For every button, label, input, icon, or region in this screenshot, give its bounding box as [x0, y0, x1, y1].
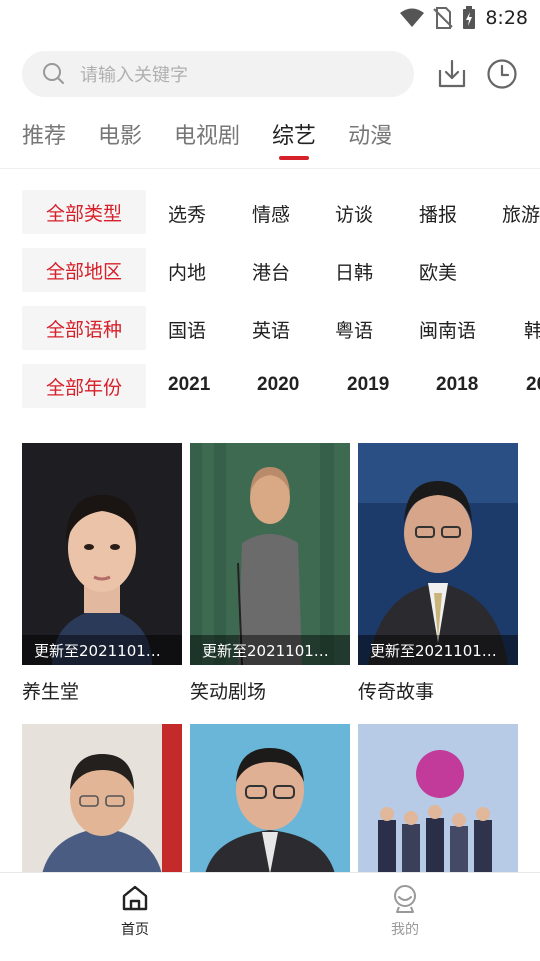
- nav-home-label: 首页: [121, 922, 149, 938]
- filter-year-option[interactable]: 2020: [257, 374, 299, 396]
- filter-type-option[interactable]: 选秀: [168, 200, 206, 227]
- show-card[interactable]: [190, 724, 350, 874]
- tab-divider: [0, 168, 540, 169]
- tab-variety[interactable]: 综艺: [272, 118, 316, 160]
- filter-type-option[interactable]: 播报: [419, 200, 457, 227]
- wifi-icon: [400, 8, 425, 27]
- tab-anime[interactable]: 动漫: [348, 118, 392, 160]
- filter-year-option[interactable]: 2021: [168, 374, 210, 396]
- show-card[interactable]: [358, 724, 518, 874]
- filter-row-region: 全部地区 内地 港台 日韩 欧美: [22, 248, 540, 292]
- filter-row-type: 全部类型 选秀 情感 访谈 播报 旅游: [22, 190, 540, 234]
- filter-type-option[interactable]: 访谈: [335, 200, 373, 227]
- filter-region-option[interactable]: 内地: [168, 258, 206, 285]
- show-card[interactable]: 更新至2021101… 笑动剧场: [190, 443, 350, 704]
- show-thumbnail: 更新至2021101…: [190, 443, 350, 665]
- filter-region-option[interactable]: 欧美: [419, 258, 457, 285]
- filter-year-option[interactable]: 2019: [347, 374, 389, 396]
- filter-language-all[interactable]: 全部语种: [22, 306, 146, 350]
- home-icon: [122, 885, 148, 911]
- tab-recommend[interactable]: 推荐: [22, 118, 66, 160]
- download-icon[interactable]: [436, 58, 468, 90]
- no-sim-icon: [433, 7, 454, 29]
- show-thumbnail: 更新至2021101…: [22, 443, 182, 665]
- filter-row-language: 全部语种 国语 英语 粤语 闽南语 韩: [22, 306, 540, 350]
- show-title: 养生堂: [22, 681, 80, 703]
- filter-language-option[interactable]: 闽南语: [419, 316, 476, 343]
- show-title: 笑动剧场: [190, 681, 267, 703]
- tab-tv-series[interactable]: 电视剧: [174, 118, 240, 160]
- search-placeholder: 请输入关键字: [80, 65, 188, 86]
- update-badge: 更新至2021101…: [190, 635, 350, 665]
- nav-home[interactable]: 首页: [0, 873, 270, 961]
- status-time: 8:28: [485, 7, 528, 29]
- filter-type-option[interactable]: 情感: [252, 200, 290, 227]
- search-icon: [43, 63, 64, 84]
- tab-movie[interactable]: 电影: [98, 118, 142, 160]
- category-tabs: 推荐 电影 电视剧 综艺 动漫: [22, 118, 424, 160]
- filter-type-all[interactable]: 全部类型: [22, 190, 146, 234]
- search-input[interactable]: 请输入关键字: [22, 51, 414, 97]
- update-badge: 更新至2021101…: [22, 635, 182, 665]
- update-badge: 更新至2021101…: [358, 635, 518, 665]
- filter-language-option[interactable]: 国语: [168, 316, 206, 343]
- filter-year-option[interactable]: 2018: [436, 374, 478, 396]
- show-card[interactable]: [22, 724, 182, 874]
- show-card[interactable]: 更新至2021101… 养生堂: [22, 443, 182, 704]
- profile-icon: [394, 885, 416, 913]
- filter-language-option[interactable]: 粤语: [335, 316, 373, 343]
- show-title: 传奇故事: [358, 681, 435, 703]
- show-thumbnail: [190, 724, 350, 874]
- filter-language-option[interactable]: 韩: [524, 316, 540, 343]
- nav-profile-label: 我的: [391, 922, 419, 938]
- filter-region-all[interactable]: 全部地区: [22, 248, 146, 292]
- history-clock-icon[interactable]: [486, 58, 518, 90]
- show-card[interactable]: 更新至2021101… 传奇故事: [358, 443, 518, 704]
- status-bar: 8:28: [0, 0, 540, 36]
- nav-profile[interactable]: 我的: [270, 873, 540, 961]
- show-thumbnail: [22, 724, 182, 874]
- show-thumbnail: [358, 724, 518, 874]
- filter-region-option[interactable]: 日韩: [335, 258, 373, 285]
- filter-region-option[interactable]: 港台: [252, 258, 290, 285]
- filter-type-option[interactable]: 旅游: [502, 200, 540, 227]
- filter-row-year: 全部年份 2021 2020 2019 2018 20: [22, 364, 540, 408]
- bottom-navigation: 首页 我的: [0, 872, 540, 961]
- filter-year-option[interactable]: 20: [526, 374, 540, 396]
- battery-charging-icon: [463, 6, 476, 29]
- filter-language-option[interactable]: 英语: [252, 316, 290, 343]
- filter-year-all[interactable]: 全部年份: [22, 364, 146, 408]
- show-thumbnail: 更新至2021101…: [358, 443, 518, 665]
